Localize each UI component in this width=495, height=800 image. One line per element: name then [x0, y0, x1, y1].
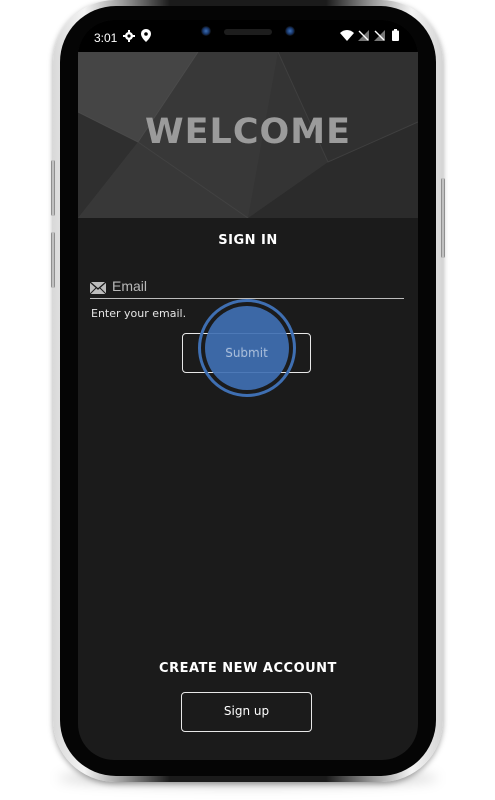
status-time: 3:01 — [94, 31, 118, 45]
sensor-icon — [285, 26, 295, 36]
gear-icon — [123, 30, 135, 45]
front-camera-icon — [201, 26, 211, 36]
battery-icon — [392, 29, 399, 44]
side-button-left-bottom — [51, 232, 55, 288]
email-helper-text: Enter your email. — [91, 307, 187, 320]
phone-screen: 3:01 WELCOME SIGN IN Email Enter your em… — [78, 20, 418, 760]
header-banner: WELCOME — [78, 52, 418, 218]
earpiece-speaker — [224, 29, 272, 35]
email-field[interactable] — [89, 276, 404, 299]
location-pin-icon — [141, 29, 151, 45]
side-button-left-top — [51, 160, 55, 216]
sign-up-button-label: Sign up — [223, 704, 270, 718]
submit-button[interactable]: Submit — [182, 333, 311, 373]
mail-icon — [89, 279, 107, 298]
signal-off-icon — [374, 30, 385, 44]
email-input[interactable] — [112, 276, 392, 296]
page-title: WELCOME — [145, 112, 351, 152]
wifi-icon — [340, 30, 354, 44]
signal-off-icon — [358, 30, 369, 44]
create-account-heading: CREATE NEW ACCOUNT — [159, 661, 337, 676]
submit-button-label: Submit — [225, 345, 268, 359]
side-button-right — [441, 178, 445, 258]
status-bar: 3:01 — [78, 20, 418, 52]
sign-up-button[interactable]: Sign up — [181, 692, 312, 732]
sign-in-heading: SIGN IN — [218, 233, 278, 248]
